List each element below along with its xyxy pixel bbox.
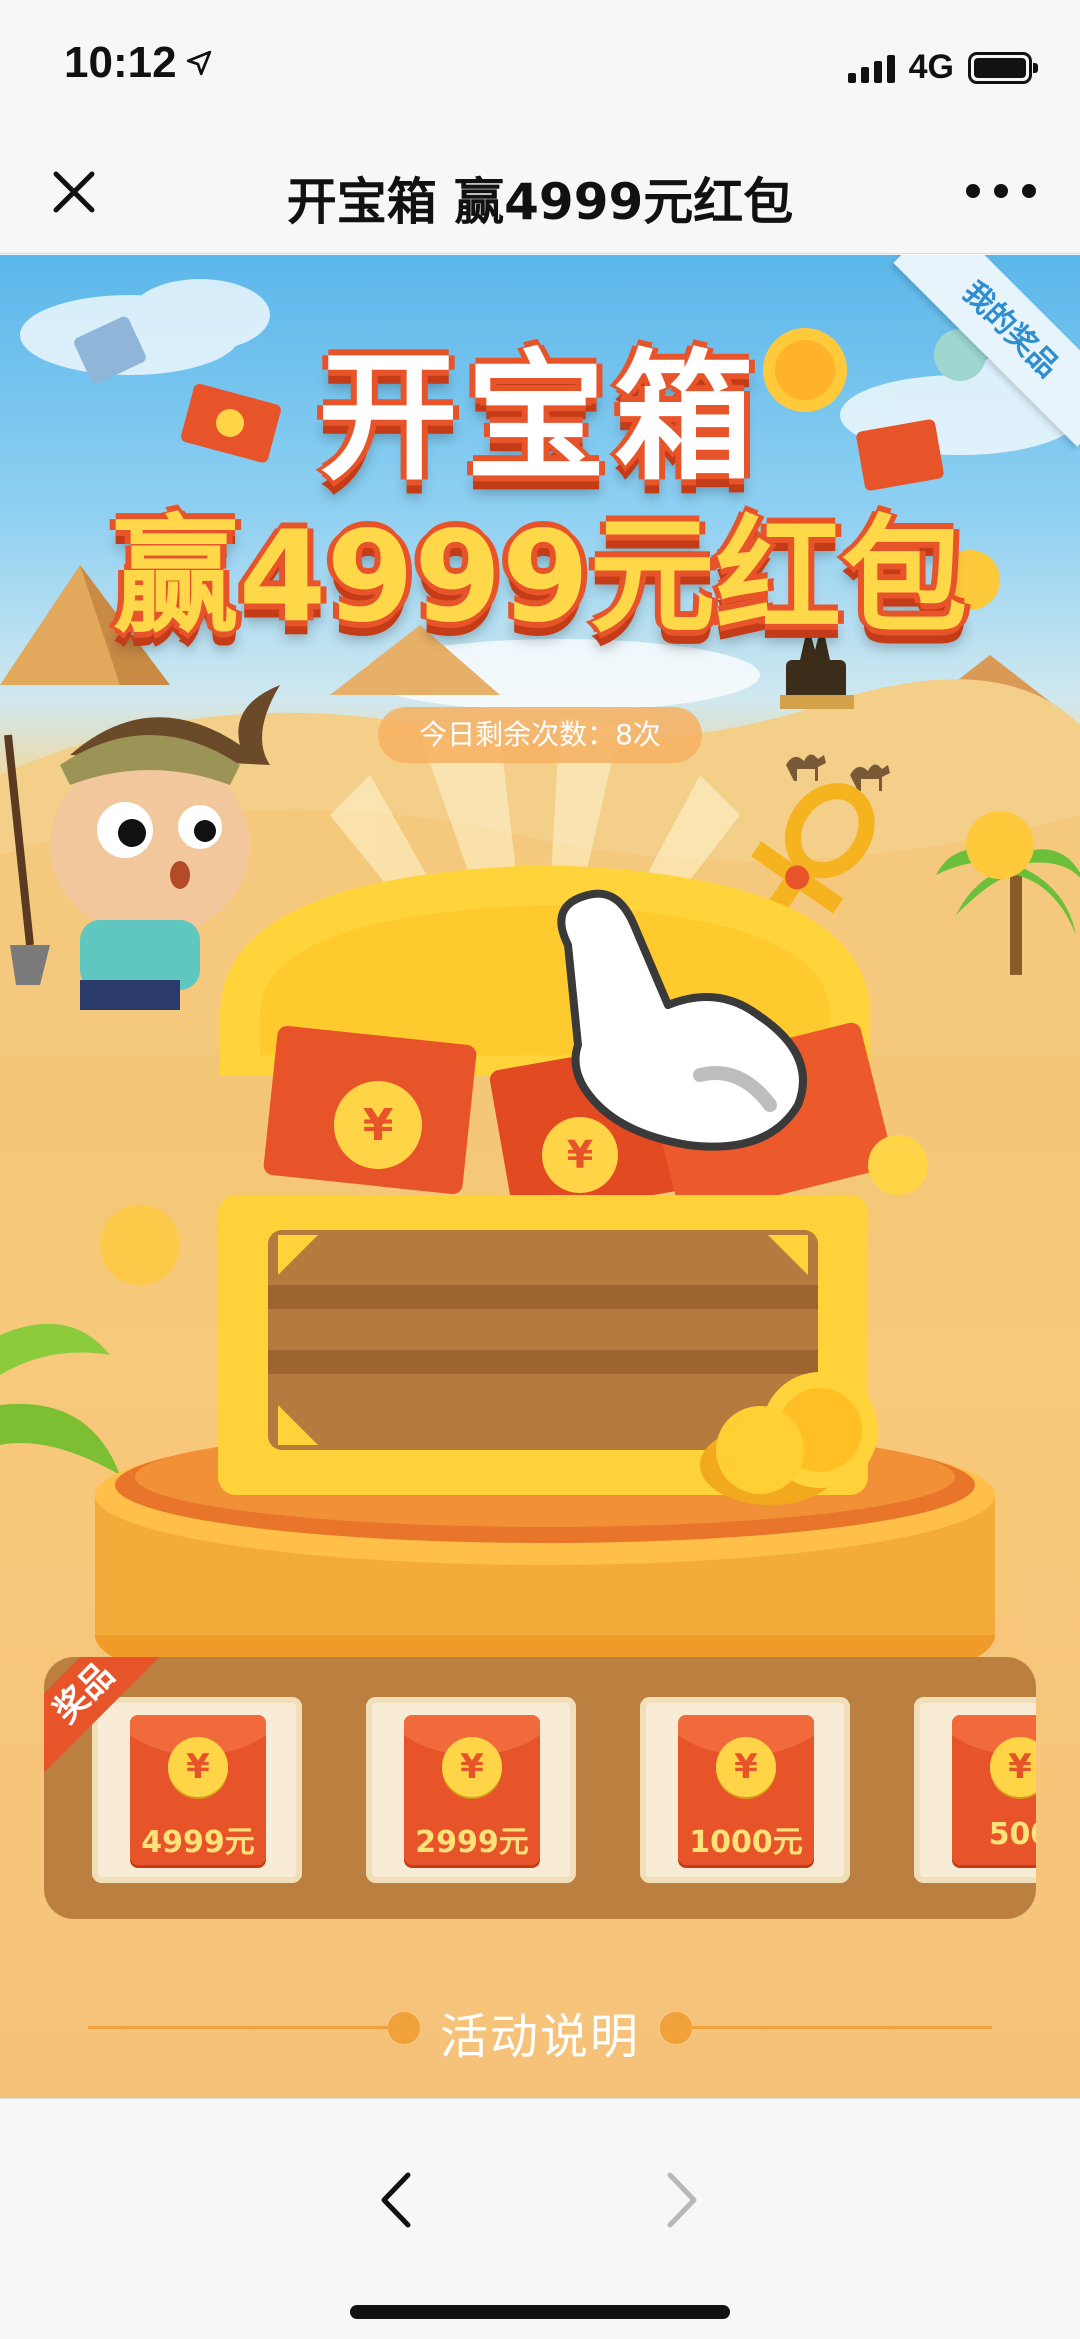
red-envelope-icon: ¥ 1000元	[678, 1715, 814, 1865]
prize-amount: 1000元	[689, 1825, 803, 1860]
activity-title: 活动说明	[439, 2009, 640, 2065]
yuan-coin-icon: ¥	[442, 1737, 502, 1797]
back-arrow-icon[interactable]	[366, 2165, 426, 2235]
treasure-scene: ¥ ¥ 开宝箱 赢4999元红包 我的奖品 今日剩余次数：8次 ¥ 4999元 …	[0, 255, 1080, 2098]
prize-card: ¥ 1000元	[640, 1697, 850, 1883]
location-arrow-icon	[186, 50, 212, 76]
nav-bar: 开宝箱 赢4999元红包	[0, 132, 1080, 254]
battery-icon	[968, 51, 1038, 84]
red-envelope-icon: ¥ 2999元	[404, 1715, 540, 1865]
home-indicator[interactable]	[350, 2305, 730, 2319]
prize-amount: 4999元	[141, 1825, 255, 1860]
page-title: 开宝箱 赢4999元红包	[286, 173, 794, 231]
prize-amount: 500	[988, 1817, 1036, 1852]
signal-icon	[847, 53, 895, 83]
headline-win-redpacket: 赢4999元红包	[112, 503, 968, 650]
more-options-icon[interactable]	[966, 176, 1036, 206]
status-time: 10:12	[64, 38, 177, 87]
yuan-coin-icon: ¥	[716, 1737, 776, 1797]
prize-card: ¥ 2999元	[366, 1697, 576, 1883]
prize-card: ¥ 4999元	[92, 1697, 302, 1883]
yuan-coin-icon: ¥	[990, 1737, 1036, 1797]
dot-decoration	[660, 2012, 692, 2044]
prize-card: ¥ 500	[914, 1697, 1036, 1883]
prize-panel: ¥ 4999元 ¥ 2999元 ¥ 1000元 ¥ 500 奖品	[44, 1657, 1036, 1919]
divider	[692, 2026, 992, 2029]
svg-text:¥: ¥	[363, 1100, 394, 1151]
red-envelope-icon: ¥ 500	[952, 1715, 1036, 1865]
svg-text:¥: ¥	[567, 1133, 593, 1177]
forward-arrow-icon[interactable]	[652, 2165, 712, 2235]
status-bar: 10:12 4G	[0, 0, 1080, 132]
browser-toolbar	[0, 2098, 1080, 2339]
prize-amount: 2999元	[415, 1825, 529, 1860]
activity-description-header[interactable]: 活动说明	[88, 1997, 992, 2065]
yuan-coin-icon: ¥	[168, 1737, 228, 1797]
red-envelope-icon: ¥ 4999元	[130, 1715, 266, 1865]
status-indicators: 4G	[847, 48, 1038, 87]
remaining-count-pill: 今日剩余次数：8次	[378, 707, 702, 763]
network-type: 4G	[908, 48, 954, 86]
